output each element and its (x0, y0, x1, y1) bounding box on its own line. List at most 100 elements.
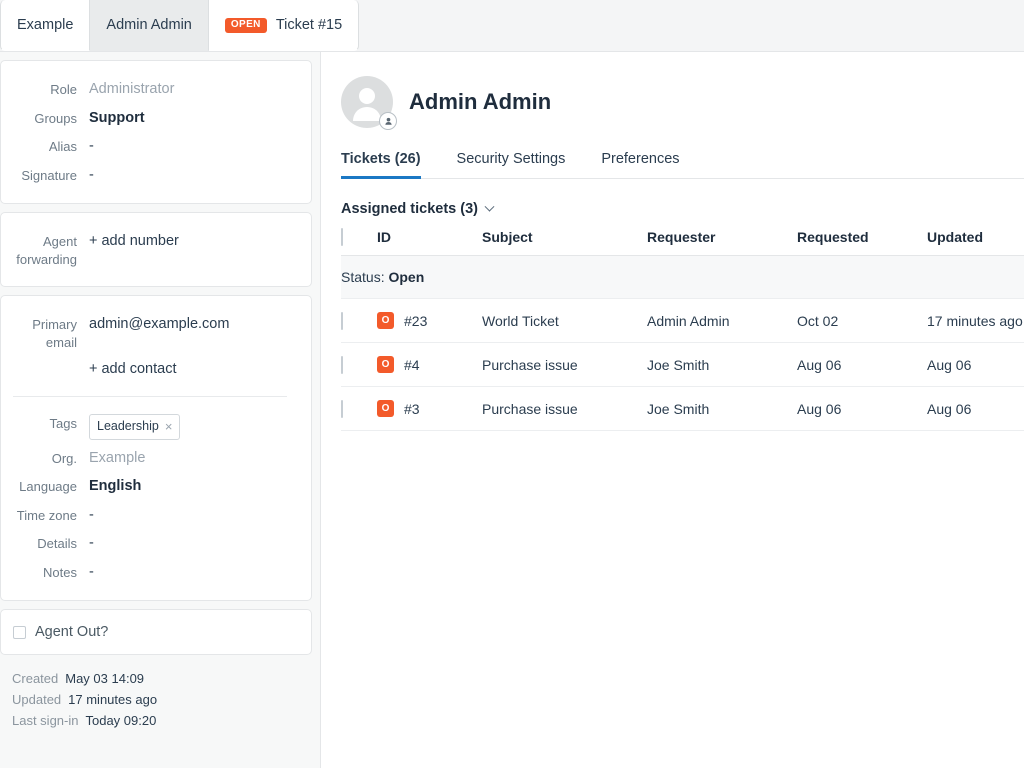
user-sidebar: Role Administrator Groups Support Alias … (0, 52, 321, 768)
tab-ticket-15[interactable]: OPEN Ticket #15 (209, 0, 359, 51)
row-checkbox[interactable] (341, 312, 343, 330)
table-row[interactable]: O #4 Purchase issue Joe Smith Aug 06 Aug… (341, 343, 1024, 387)
record-meta: Created May 03 14:09 Updated 17 minutes … (0, 663, 312, 728)
field-alias-value: - (89, 136, 299, 157)
agent-out-checkbox[interactable] (13, 626, 26, 639)
tickets-table: ID Subject Requester Requested Updated S… (341, 217, 1024, 431)
agent-badge-icon (379, 112, 397, 130)
field-language-label: Language (1, 476, 89, 496)
field-timezone-value: - (89, 505, 299, 526)
tab-admin-admin-label: Admin Admin (106, 17, 191, 33)
meta-created-value: May 03 14:09 (65, 671, 144, 686)
field-primary-email: Primary email admin@example.com (1, 310, 299, 355)
row-id-label: #3 (404, 401, 420, 417)
column-header-id[interactable]: ID (377, 217, 482, 256)
contact-card: Primary email admin@example.com + add co… (0, 295, 312, 601)
agent-out-label: Agent Out? (35, 624, 108, 640)
add-number-button[interactable]: + add number (89, 231, 299, 252)
tab-tickets[interactable]: Tickets (26) (341, 151, 421, 179)
field-org-label: Org. (1, 448, 89, 468)
row-requested: Aug 06 (797, 343, 927, 387)
avatar[interactable] (341, 76, 393, 128)
state-badge-open-icon: O (377, 400, 394, 417)
field-agent-forwarding: Agent forwarding + add number (1, 227, 299, 272)
tab-admin-admin[interactable]: Admin Admin (90, 0, 208, 51)
close-icon[interactable]: × (165, 418, 173, 436)
column-header-requester[interactable]: Requester (647, 217, 797, 256)
tab-example[interactable]: Example (0, 0, 90, 51)
field-notes[interactable]: Notes - (1, 558, 299, 587)
row-updated: Aug 06 (927, 387, 1024, 431)
assigned-tickets-header[interactable]: Assigned tickets (3) (341, 201, 1024, 217)
column-header-requested[interactable]: Requested (797, 217, 927, 256)
state-badge-open-icon: O (377, 356, 394, 373)
field-org[interactable]: Org. Example (1, 444, 299, 473)
select-all-checkbox[interactable] (341, 228, 343, 246)
status-badge-open: OPEN (225, 18, 267, 33)
tab-preferences[interactable]: Preferences (601, 151, 679, 179)
field-signature-label: Signature (1, 165, 89, 185)
profile-card: Role Administrator Groups Support Alias … (0, 60, 312, 204)
field-signature[interactable]: Signature - (1, 161, 299, 190)
chevron-down-icon (485, 201, 495, 211)
field-alias-label: Alias (1, 136, 89, 156)
field-role-value: Administrator (89, 79, 299, 100)
meta-last-signin-value: Today 09:20 (85, 713, 156, 728)
tab-security-settings-label: Security Settings (457, 151, 566, 167)
add-contact-row: + add contact (1, 355, 299, 384)
page-title: Admin Admin (409, 89, 551, 115)
field-org-value: Example (89, 448, 299, 469)
field-role[interactable]: Role Administrator (1, 75, 299, 104)
tab-preferences-label: Preferences (601, 151, 679, 167)
table-row[interactable]: O #3 Purchase issue Joe Smith Aug 06 Aug… (341, 387, 1024, 431)
main-content: Admin Admin Tickets (26) Security Settin… (321, 52, 1024, 768)
row-requested: Aug 06 (797, 387, 927, 431)
field-groups-label: Groups (1, 108, 89, 128)
tab-ticket-15-label: Ticket #15 (276, 17, 342, 33)
field-notes-label: Notes (1, 562, 89, 582)
column-header-subject[interactable]: Subject (482, 217, 647, 256)
field-groups[interactable]: Groups Support (1, 104, 299, 133)
row-subject: Purchase issue (482, 387, 647, 431)
row-id-label: #23 (404, 313, 427, 329)
column-header-updated[interactable]: Updated (927, 217, 1024, 256)
row-updated: 17 minutes ago (927, 299, 1024, 343)
field-language[interactable]: Language English (1, 472, 299, 501)
tab-security-settings[interactable]: Security Settings (457, 151, 566, 179)
field-primary-email-value: admin@example.com (89, 314, 299, 335)
field-agent-forwarding-label: Agent forwarding (1, 231, 89, 268)
state-badge-open-icon: O (377, 312, 394, 329)
meta-updated-label: Updated (12, 692, 61, 707)
table-header-row: ID Subject Requester Requested Updated (341, 217, 1024, 256)
field-details[interactable]: Details - (1, 529, 299, 558)
field-alias[interactable]: Alias - (1, 132, 299, 161)
row-id-cell: O #23 (377, 299, 482, 343)
row-requested: Oct 02 (797, 299, 927, 343)
row-requester: Admin Admin (647, 299, 797, 343)
card-divider (13, 396, 287, 397)
tag-chip-leadership[interactable]: Leadership × (89, 414, 180, 440)
table-row[interactable]: O #23 World Ticket Admin Admin Oct 02 17… (341, 299, 1024, 343)
row-select-cell (341, 387, 377, 431)
field-signature-value: - (89, 165, 299, 186)
meta-created: Created May 03 14:09 (12, 671, 312, 686)
field-tags-label: Tags (1, 413, 89, 433)
field-tags: Tags Leadership × (1, 409, 299, 444)
row-select-cell (341, 299, 377, 343)
row-requester: Joe Smith (647, 343, 797, 387)
add-contact-button[interactable]: + add contact (89, 359, 299, 380)
row-requester: Joe Smith (647, 387, 797, 431)
meta-last-signin-label: Last sign-in (12, 713, 78, 728)
field-details-label: Details (1, 533, 89, 553)
row-checkbox[interactable] (341, 400, 343, 418)
meta-created-label: Created (12, 671, 58, 686)
field-timezone[interactable]: Time zone - (1, 501, 299, 530)
field-notes-value: - (89, 562, 299, 583)
meta-updated: Updated 17 minutes ago (12, 692, 312, 707)
tab-example-label: Example (17, 17, 73, 33)
group-row-value: Open (388, 269, 424, 285)
page-body: Role Administrator Groups Support Alias … (0, 52, 1024, 768)
row-checkbox[interactable] (341, 356, 343, 374)
row-subject: Purchase issue (482, 343, 647, 387)
group-row-label: Status: (341, 269, 385, 285)
